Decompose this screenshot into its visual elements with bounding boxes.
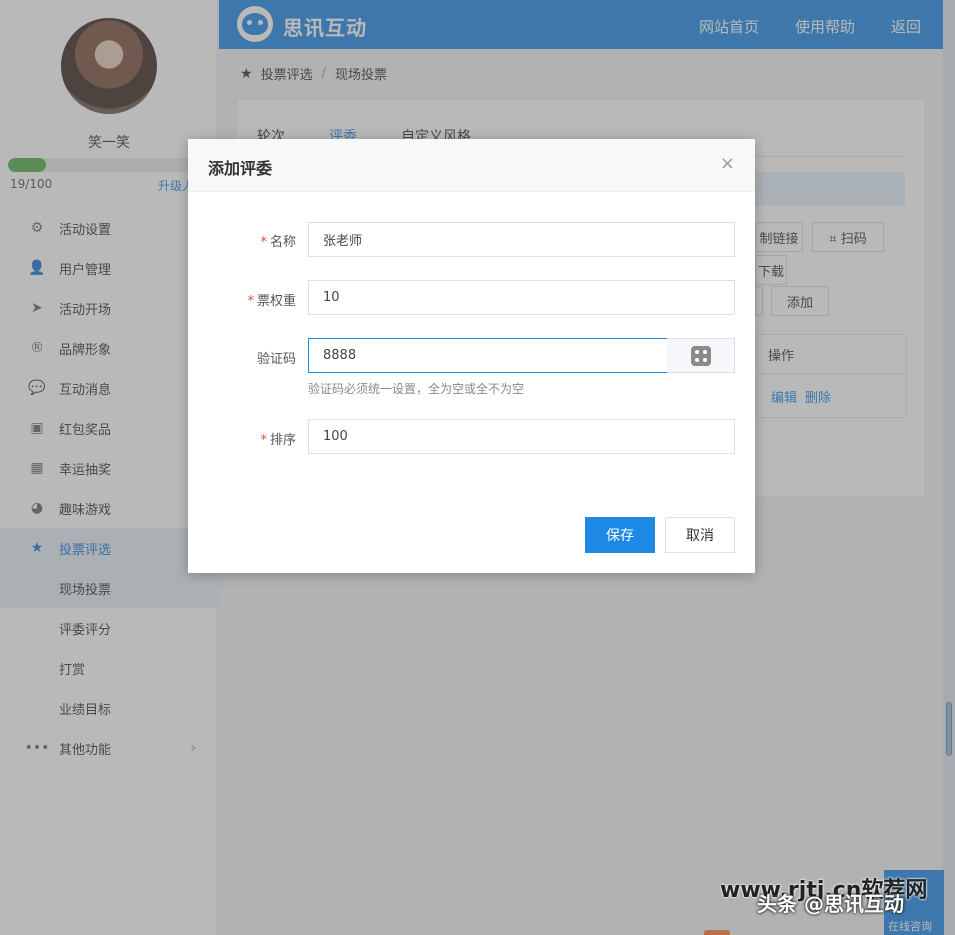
verify-code-input[interactable] xyxy=(308,338,668,373)
required-mark: * xyxy=(260,235,267,250)
name-input[interactable] xyxy=(308,222,735,257)
name-label: * 名称 xyxy=(260,235,296,250)
dice-icon xyxy=(690,345,711,366)
vote-weight-input[interactable] xyxy=(308,280,735,315)
required-mark: * xyxy=(247,294,254,309)
cancel-button[interactable]: 取消 xyxy=(665,517,735,553)
sort-order-input[interactable] xyxy=(308,419,735,454)
save-button[interactable]: 保存 xyxy=(585,517,655,553)
random-code-button[interactable] xyxy=(667,338,735,373)
sort-order-label: * 排序 xyxy=(260,433,296,448)
toutiao-watermark: 头条 @思讯互动 xyxy=(757,892,904,916)
required-mark: * xyxy=(260,433,267,448)
verify-code-label: 验证码 xyxy=(256,352,296,367)
verify-code-hint: 验证码必须统一设置，全为空或全不为空 xyxy=(308,382,525,396)
dialog-title: 添加评委 xyxy=(208,159,273,178)
dialog-header: 添加评委 × xyxy=(188,139,755,192)
close-icon[interactable]: × xyxy=(720,153,735,174)
add-judge-dialog: 添加评委 × *名称 *票权重 验证码 验证码必须统一设置，全为空或全不为空 *… xyxy=(188,139,755,573)
vote-weight-label: * 票权重 xyxy=(247,294,296,309)
